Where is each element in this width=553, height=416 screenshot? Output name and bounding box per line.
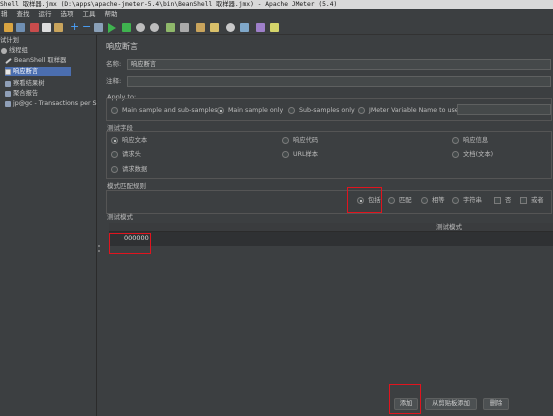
stop-icon[interactable] [136, 23, 145, 32]
apply-jmeter-variable-radio[interactable]: JMeter Variable Name to use [358, 106, 459, 115]
radio-circle [111, 137, 118, 144]
remove-icon[interactable]: − [82, 21, 91, 32]
tree-item-transactions-per-second[interactable]: jp@gc - Transactions per S [5, 99, 97, 108]
start-no-pause-icon[interactable] [122, 23, 131, 32]
test-plan-tree: 试计划 线程组 BeanShell 取样器 响应断言 察看结果树 聚合报告 jp… [0, 35, 97, 416]
save-icon[interactable] [16, 23, 25, 32]
menu-help[interactable]: 帮助 [104, 9, 119, 20]
splitter-grip [98, 245, 100, 247]
listener-icon [5, 80, 11, 87]
pen-icon [5, 57, 12, 64]
radio-circle [288, 107, 295, 114]
menu-search[interactable]: 查找 [16, 9, 31, 20]
menu-options[interactable]: 选项 [60, 9, 75, 20]
highlight-box-pattern [109, 233, 151, 254]
listener-icon [5, 100, 11, 107]
radio-circle [111, 151, 118, 158]
apply-main-only-radio[interactable]: Main sample only [217, 106, 283, 115]
radio-circle [111, 107, 118, 114]
response-assertion-panel: 响应断言 名称: 响应断言 注释: Apply to: Main sample … [102, 35, 553, 416]
tree-item-test-plan[interactable]: 试计划 [0, 36, 19, 45]
highlight-box-add [389, 384, 421, 414]
radio-circle [282, 151, 289, 158]
start-icon[interactable] [108, 23, 116, 33]
patterns-table-header: 测试模式 [109, 223, 553, 232]
tree-item-response-assertion[interactable]: 响应断言 [5, 67, 71, 76]
add-from-clipboard-button[interactable]: 从剪贴板添加 [425, 398, 477, 410]
apply-main-and-sub-radio[interactable]: Main sample and sub-samples [111, 106, 218, 115]
radio-circle [452, 197, 459, 204]
delete-button[interactable]: 删除 [483, 398, 509, 410]
table-row[interactable]: 000000 [109, 232, 553, 246]
field-url-sampled-radio[interactable]: URL样本 [282, 150, 318, 159]
clear-icon[interactable] [196, 23, 205, 32]
tree-item-aggregate-report[interactable]: 聚合报告 [5, 89, 38, 98]
field-response-text-radio[interactable]: 响应文本 [111, 136, 147, 145]
checkbox-square [520, 197, 527, 204]
copy-icon[interactable] [42, 23, 51, 32]
help-icon[interactable] [270, 23, 279, 32]
comment-label: 注释: [106, 77, 122, 85]
field-request-headers-radio[interactable]: 请求头 [111, 150, 141, 159]
patterns-label: 测试模式 [107, 213, 133, 221]
splitter-grip [98, 250, 100, 252]
menu-edit[interactable]: 辑 [0, 9, 9, 20]
listener-icon [5, 90, 11, 97]
apply-sub-only-radio[interactable]: Sub-samples only [288, 106, 355, 115]
radio-circle [452, 151, 459, 158]
menu-bar: 辑 查找 运行 选项 工具 帮助 [0, 9, 553, 20]
cut-icon[interactable] [30, 23, 39, 32]
search-icon[interactable] [226, 23, 235, 32]
field-request-data-radio[interactable]: 请求数据 [111, 165, 147, 174]
checkbox-square [494, 197, 501, 204]
rule-equals-radio[interactable]: 相等 [421, 196, 445, 205]
rule-or-checkbox[interactable]: 或者 [520, 196, 544, 205]
radio-circle [358, 107, 365, 114]
field-document-text-radio[interactable]: 文档(文本) [452, 150, 493, 159]
add-icon[interactable]: + [70, 21, 79, 32]
comment-field[interactable] [127, 76, 551, 87]
rule-not-checkbox[interactable]: 否 [494, 196, 511, 205]
radio-circle [282, 137, 289, 144]
shutdown-icon[interactable] [150, 23, 159, 32]
patterns-column-header: 测试模式 [436, 223, 462, 231]
radio-circle [452, 137, 459, 144]
open-folder-icon[interactable] [4, 23, 13, 32]
radio-circle [111, 166, 118, 173]
remote-start-icon[interactable] [166, 23, 175, 32]
paste-icon[interactable] [54, 23, 63, 32]
gear-icon [1, 47, 7, 54]
jmeter-variable-field[interactable] [457, 104, 551, 115]
tree-item-beanshell-sampler[interactable]: BeanShell 取样器 [5, 56, 66, 65]
name-field[interactable]: 响应断言 [127, 59, 551, 70]
rule-matches-radio[interactable]: 匹配 [388, 196, 412, 205]
expand-icon[interactable] [94, 23, 103, 32]
panel-title: 响应断言 [106, 42, 138, 51]
radio-circle [217, 107, 224, 114]
radio-circle [388, 197, 395, 204]
toolbar: + − [0, 20, 553, 35]
assertion-icon [5, 68, 11, 75]
menu-tools[interactable]: 工具 [82, 9, 97, 20]
field-response-message-radio[interactable]: 响应信息 [452, 136, 488, 145]
highlight-box-contains [347, 187, 382, 213]
match-rules-group [106, 190, 552, 214]
field-response-code-radio[interactable]: 响应代码 [282, 136, 318, 145]
menu-run[interactable]: 运行 [38, 9, 53, 20]
reset-search-icon[interactable] [240, 23, 249, 32]
function-helper-icon[interactable] [256, 23, 265, 32]
tree-item-view-results-tree[interactable]: 察看结果树 [5, 79, 44, 88]
tree-item-thread-group[interactable]: 线程组 [1, 46, 28, 55]
rule-substring-radio[interactable]: 字符串 [452, 196, 482, 205]
clear-all-icon[interactable] [210, 23, 219, 32]
window-title: Shell 取样器.jmx (D:\apps\apache-jmeter-5.4… [0, 0, 553, 9]
name-label: 名称: [106, 60, 122, 68]
patterns-table: 测试模式 000000 [109, 223, 553, 392]
remote-stop-icon[interactable] [180, 23, 189, 32]
radio-circle [421, 197, 428, 204]
